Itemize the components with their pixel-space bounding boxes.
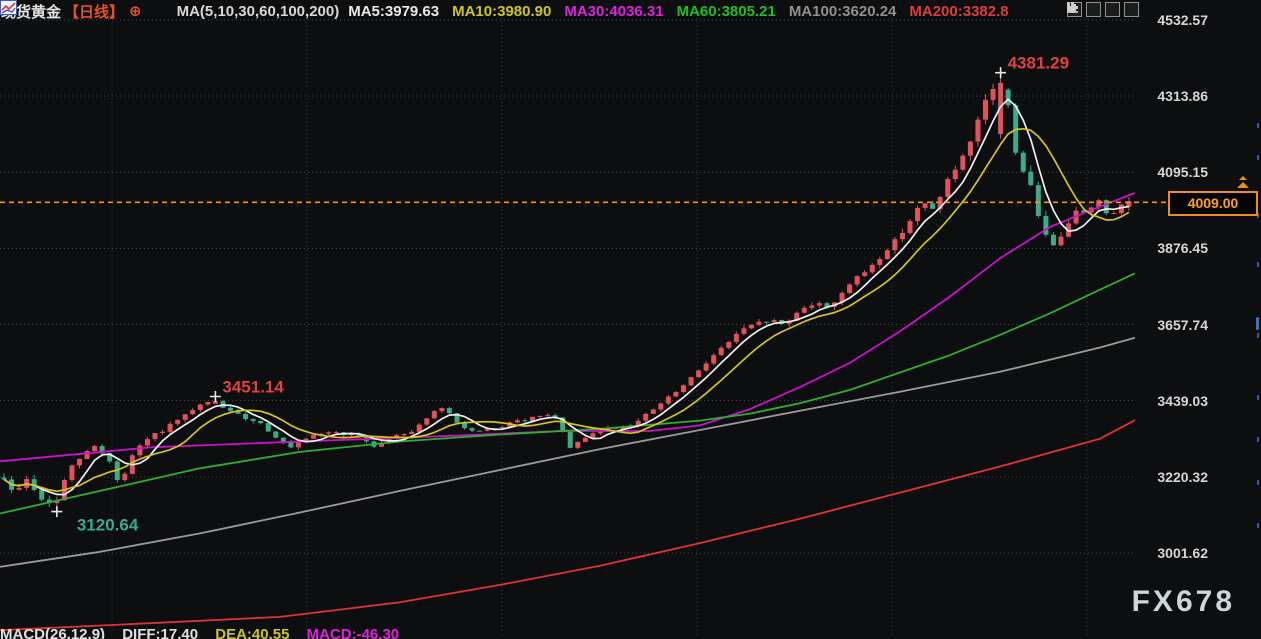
macd-indicator-labels: MACD(26,12,9) DIFF:17.40 DEA:40.55 MACD:… <box>0 626 412 639</box>
y-axis-label: 3876.45 <box>1157 240 1208 257</box>
macd-diff-value: DIFF:17.40 <box>122 626 199 639</box>
ma-value-MA30: MA30:4036.31 <box>564 2 664 20</box>
ma-line-MA5 <box>3 98 1130 496</box>
ma-line-MA30 <box>0 192 1136 463</box>
trading-chart-window: 4381.29 3451.14 3120.64 现货黄金 【日线】 ⊕ MA(5,1… <box>0 0 1261 639</box>
y-axis-label: 3001.62 <box>1157 545 1208 561</box>
chart-play-icon[interactable] <box>1067 2 1120 17</box>
ma-line-MA10 <box>3 127 1130 493</box>
y-axis-label: 3220.32 <box>1157 468 1208 485</box>
price-annotation: 3120.64 <box>51 506 139 535</box>
chart-axis-icon[interactable] <box>1067 2 1101 17</box>
ma-values-list: MA5:3979.63 MA10:3980.90 MA30:4036.31 MA60:… <box>348 3 1021 20</box>
right-edge-ticks <box>1256 123 1259 528</box>
current-price-tag: 4009.00 <box>1168 191 1258 217</box>
ma-line-MA60 <box>0 272 1136 515</box>
y-axis-label: 3657.74 <box>1157 316 1208 333</box>
ma-line-MA100 <box>0 336 1136 568</box>
svg-text:3120.64: 3120.64 <box>77 516 139 535</box>
brand-watermark: FX678 <box>1131 585 1235 618</box>
ma-value-MA10: MA10:3980.90 <box>452 2 552 20</box>
candlestick-chart-canvas[interactable]: 4381.29 3451.14 3120.64 <box>0 0 1261 639</box>
ma-line-MA200 <box>0 419 1136 632</box>
period-label[interactable]: 【日线】 <box>64 1 124 22</box>
price-annotation: 3451.14 <box>209 377 284 402</box>
ma-value-MA5: MA5:3979.63 <box>348 2 440 20</box>
macd-params-label: MACD(26,12,9) <box>0 626 106 639</box>
svg-text:3451.14: 3451.14 <box>222 377 284 396</box>
y-axis-label: 3439.03 <box>1157 392 1208 409</box>
macd-value: MACD:-46.30 <box>306 626 400 639</box>
y-axis-label: 4095.15 <box>1157 164 1208 181</box>
ma-value-MA200: MA200:3382.8 <box>909 2 1009 20</box>
indicator-chart-icon[interactable] <box>0 0 168 19</box>
header-toolbar <box>1067 2 1139 17</box>
ma-value-MA100: MA100:3620.24 <box>788 2 897 20</box>
svg-text:4381.29: 4381.29 <box>1008 54 1069 73</box>
y-axis-label: 4313.86 <box>1157 88 1208 105</box>
price-annotation: 4381.29 <box>995 54 1069 79</box>
ma-params-label: MA(5,10,30,60,100,200) <box>176 2 340 20</box>
macd-dea-value: DEA:40.55 <box>215 626 290 639</box>
gridlines <box>0 14 1135 636</box>
price-up-arrow-icon <box>1237 176 1249 188</box>
expand-icon[interactable]: ⊕ <box>129 2 142 20</box>
collapse-right-icon[interactable] <box>1068 2 1139 17</box>
ma-value-MA60: MA60:3805.21 <box>676 2 776 20</box>
